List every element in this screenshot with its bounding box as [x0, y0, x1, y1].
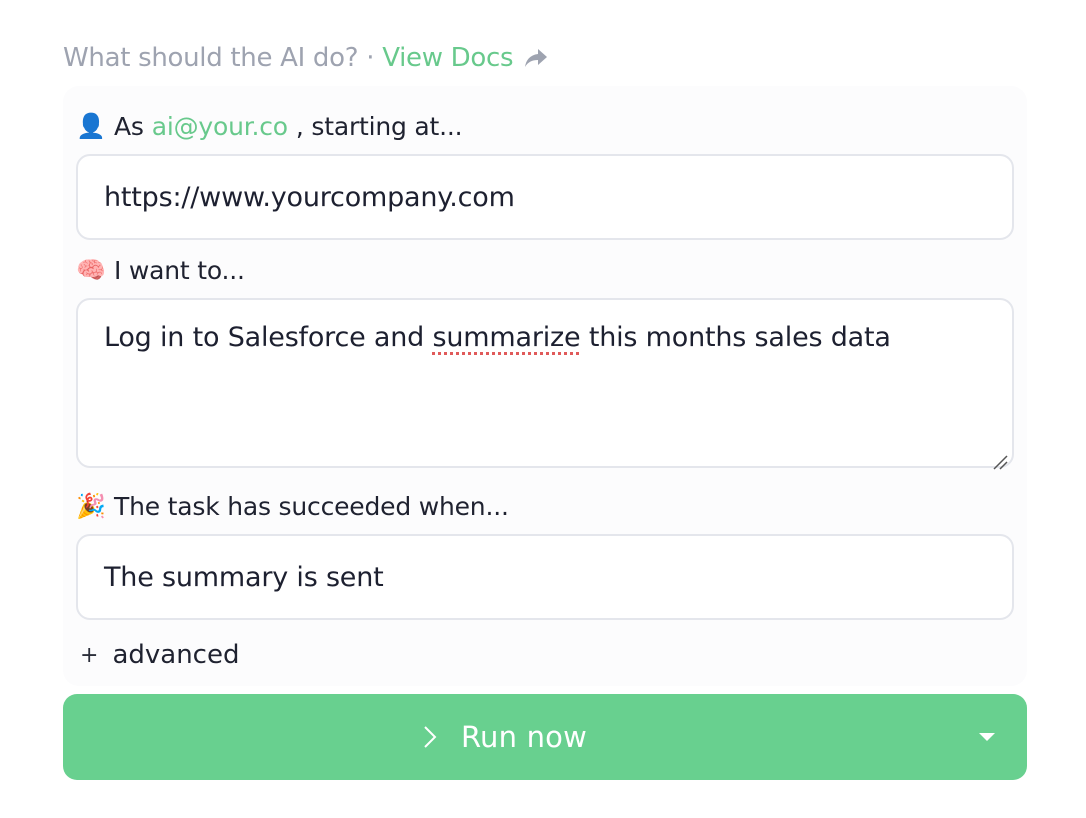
party-popper-icon: 🎉: [76, 492, 106, 520]
section-header: What should the AI do? · View Docs: [63, 36, 1027, 80]
caret-down-icon[interactable]: [977, 728, 997, 741]
task-text-misspelled: summarize: [432, 322, 581, 353]
start-label: 👤 As ai@your.co , starting at...: [76, 108, 1014, 144]
success-criteria-input[interactable]: The summary is sent: [76, 534, 1014, 620]
plus-icon: +: [80, 642, 99, 668]
success-label: 🎉 The task has succeeded when...: [76, 488, 1014, 524]
start-url-input[interactable]: https://www.yourcompany.com: [76, 154, 1014, 240]
run-bar: Run now: [63, 694, 1027, 780]
run-now-button[interactable]: Run now: [63, 694, 943, 780]
start-url-value: https://www.yourcompany.com: [104, 181, 515, 213]
view-docs-link[interactable]: View Docs: [382, 43, 513, 73]
header-separator: ·: [366, 43, 375, 73]
advanced-label: advanced: [112, 640, 240, 670]
advanced-toggle[interactable]: + advanced: [76, 632, 1014, 678]
task-textarea[interactable]: Log in to Salesforce and summarize this …: [76, 298, 1014, 470]
start-label-prefix: As: [114, 111, 144, 141]
brain-icon: 🧠: [76, 256, 106, 284]
task-panel: What should the AI do? · View Docs 👤 As …: [63, 36, 1027, 780]
task-card: 👤 As ai@your.co , starting at... https:/…: [63, 86, 1027, 686]
task-label-text: I want to...: [114, 255, 245, 285]
task-label: 🧠 I want to...: [76, 252, 1014, 288]
share-arrow-icon[interactable]: [523, 45, 549, 71]
chevron-right-icon: [419, 723, 441, 751]
header-prompt: What should the AI do?: [63, 43, 359, 73]
person-icon: 👤: [76, 112, 106, 140]
task-text-after: this months sales data: [580, 322, 891, 353]
start-label-suffix: , starting at...: [295, 111, 463, 141]
task-text-before: Log in to Salesforce and: [104, 322, 433, 353]
resize-handle-icon[interactable]: [992, 446, 1008, 470]
agent-email[interactable]: ai@your.co: [152, 112, 288, 141]
run-now-label: Run now: [460, 720, 588, 754]
success-label-text: The task has succeeded when...: [114, 491, 509, 521]
success-criteria-value: The summary is sent: [104, 561, 384, 593]
